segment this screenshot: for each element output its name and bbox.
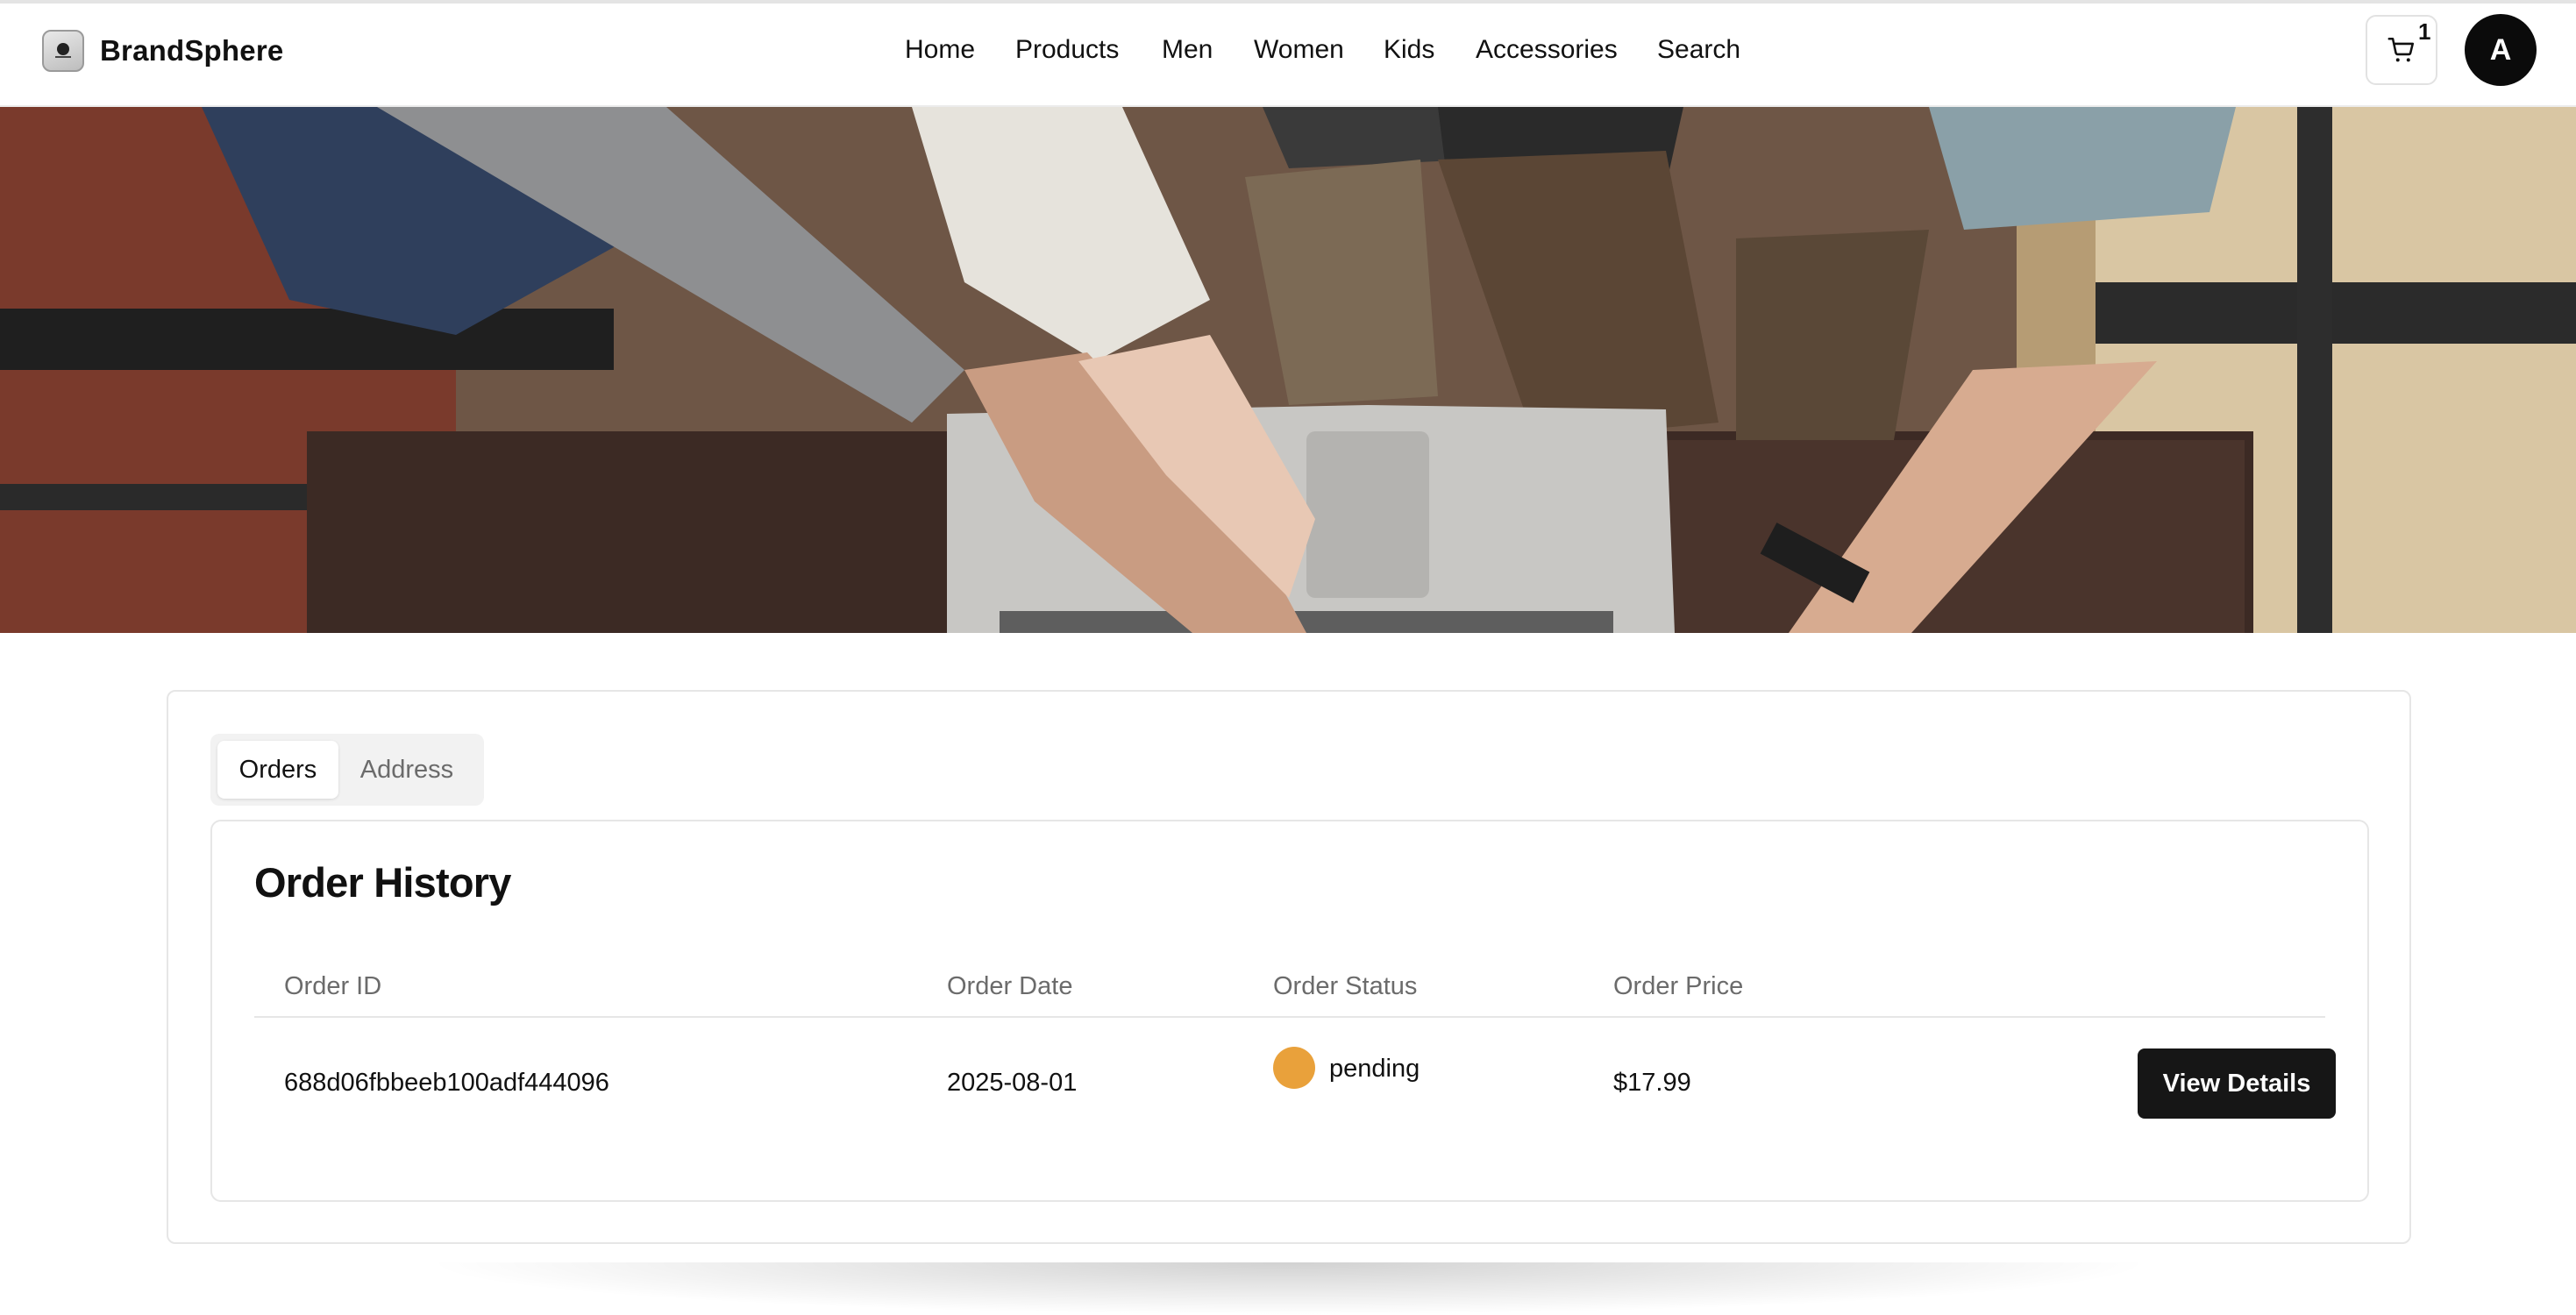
order-status-cell: pending bbox=[1329, 1055, 1420, 1083]
account-tabs: Orders Address bbox=[210, 734, 484, 806]
hero-banner-image bbox=[0, 107, 2576, 633]
nav-products[interactable]: Products bbox=[1015, 35, 1119, 65]
tab-orders[interactable]: Orders bbox=[217, 741, 338, 799]
nav-home[interactable]: Home bbox=[905, 35, 975, 65]
tab-address[interactable]: Address bbox=[338, 741, 475, 799]
nav-women[interactable]: Women bbox=[1254, 35, 1344, 65]
site-header: BrandSphere Home Products Men Women Kids… bbox=[0, 4, 2576, 107]
account-panel: Orders Address Order History Order ID Or… bbox=[167, 690, 2411, 1244]
column-header-order-status: Order Status bbox=[1273, 972, 1418, 1000]
table-row: 688d06fbbeeb100adf444096 2025-08-01 pend… bbox=[254, 1020, 2336, 1151]
column-header-order-id: Order ID bbox=[284, 972, 382, 1000]
orders-table-header: Order ID Order Date Order Status Order P… bbox=[254, 965, 2325, 1018]
cart-count-badge: 1 bbox=[2418, 18, 2431, 45]
order-id-cell: 688d06fbbeeb100adf444096 bbox=[284, 1069, 609, 1097]
status-indicator-dot bbox=[1273, 1047, 1315, 1089]
nav-men[interactable]: Men bbox=[1162, 35, 1213, 65]
order-history-card: Order History Order ID Order Date Order … bbox=[210, 820, 2369, 1202]
order-history-title: Order History bbox=[254, 859, 511, 906]
nav-kids[interactable]: Kids bbox=[1384, 35, 1434, 65]
column-header-order-date: Order Date bbox=[947, 972, 1073, 1000]
nav-search[interactable]: Search bbox=[1657, 35, 1740, 65]
cart-button[interactable]: 1 bbox=[2366, 15, 2437, 85]
order-price-cell: $17.99 bbox=[1613, 1069, 1691, 1097]
main-nav: Home Products Men Women Kids Accessories… bbox=[0, 35, 2576, 70]
user-avatar[interactable]: A bbox=[2465, 14, 2537, 86]
nav-accessories[interactable]: Accessories bbox=[1476, 35, 1618, 65]
column-header-order-price: Order Price bbox=[1613, 972, 1744, 1000]
page-bottom-shadow bbox=[421, 1262, 2157, 1315]
view-details-button[interactable]: View Details bbox=[2138, 1048, 2336, 1119]
shopping-cart-icon bbox=[2387, 37, 2415, 62]
order-date-cell: 2025-08-01 bbox=[947, 1069, 1078, 1097]
